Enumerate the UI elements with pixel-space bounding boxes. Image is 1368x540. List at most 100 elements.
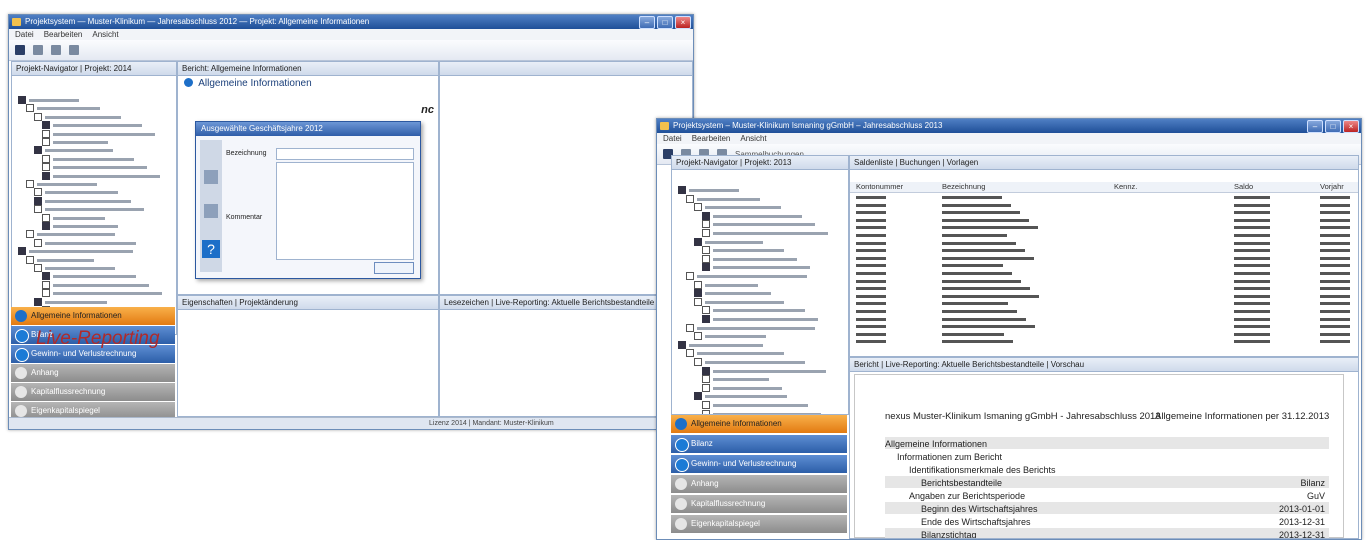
left-window-titlebar: Projektsystem — Muster-Klinikum — Jahres… (9, 15, 693, 29)
table-row[interactable] (850, 293, 1358, 300)
saldenliste-header: Kontonummer Bezeichnung Kennz. Saldo Vor… (850, 182, 1358, 193)
col-vorjahr[interactable]: Vorjahr (1320, 182, 1344, 192)
right-navigator-tab[interactable]: Projekt-Navigator | Projekt: 2013 (672, 156, 848, 170)
left-live-report-tab[interactable]: Lesezeichen | Live-Reporting: Aktuelle B… (440, 296, 692, 310)
left-properties-tab[interactable]: Eigenschaften | Projektänderung (178, 296, 438, 310)
close-button[interactable]: × (1343, 120, 1359, 133)
redo-icon[interactable] (51, 45, 61, 55)
table-row[interactable] (850, 308, 1358, 315)
table-row[interactable] (850, 278, 1358, 285)
col-bezeichnung[interactable]: Bezeichnung (942, 182, 985, 192)
cell-placeholder (1320, 294, 1350, 298)
undo-icon[interactable] (33, 45, 43, 55)
dialog-field1-input[interactable] (276, 148, 414, 160)
menu-ansicht[interactable]: Ansicht (92, 29, 118, 40)
table-row[interactable] (850, 323, 1358, 330)
cell-placeholder (1320, 218, 1350, 222)
cell-placeholder (1320, 241, 1350, 245)
maximize-button[interactable]: □ (657, 16, 673, 29)
cell-placeholder (1234, 332, 1270, 336)
tree-row-text-placeholder (713, 232, 828, 235)
folder-icon (34, 146, 42, 155)
maximize-button[interactable]: □ (1325, 120, 1341, 133)
table-row[interactable] (850, 240, 1358, 247)
tree-row-text-placeholder (713, 223, 815, 227)
nav-item-4[interactable]: Kapitalflussrechnung (671, 495, 847, 513)
right-saldenliste-panel: Saldenliste | Buchungen | Vorlagen Konto… (849, 155, 1359, 357)
nav-item-icon (675, 478, 687, 490)
col-kennz[interactable]: Kennz. (1114, 182, 1137, 192)
table-row[interactable] (850, 285, 1358, 292)
document-icon (34, 112, 42, 121)
cell-placeholder (856, 211, 886, 215)
table-row[interactable] (850, 316, 1358, 323)
table-row[interactable] (850, 209, 1358, 216)
nav-item-3[interactable]: Anhang (671, 475, 847, 493)
cell-placeholder (942, 302, 1008, 306)
table-row[interactable] (850, 262, 1358, 269)
document-icon (702, 220, 710, 229)
table-row[interactable] (850, 338, 1358, 345)
nav-item-icon (675, 518, 687, 530)
table-row[interactable] (850, 270, 1358, 277)
left-navigator-panel: Projekt-Navigator | Projekt: 2014 (11, 61, 177, 335)
menu-datei[interactable]: Datei (663, 133, 682, 144)
tools-icon[interactable] (69, 45, 79, 55)
document-icon (42, 138, 50, 146)
nav-item-label: Gewinn- und Verlustrechnung (691, 459, 797, 468)
cell-placeholder (856, 302, 886, 306)
right-saldenliste-tab[interactable]: Saldenliste | Buchungen | Vorlagen (850, 156, 1358, 170)
minimize-button[interactable]: – (639, 16, 655, 29)
nav-item-5[interactable]: Eigenkapitalspiegel (671, 515, 847, 533)
document-icon (42, 154, 50, 163)
folder-icon (42, 171, 50, 180)
table-row[interactable] (850, 217, 1358, 224)
menu-ansicht[interactable]: Ansicht (740, 133, 766, 144)
cell-placeholder (856, 294, 886, 298)
nav-item-3[interactable]: Anhang (11, 364, 175, 382)
left-menubar: Datei Bearbeiten Ansicht (9, 29, 693, 40)
report-line: Identifikationsmerkmale des Berichts (909, 465, 1056, 475)
dialog-field2-input[interactable] (276, 162, 414, 260)
left-report-tab[interactable]: Bericht: Allgemeine Informationen (178, 62, 438, 76)
nav-item-1[interactable]: Bilanz (671, 435, 847, 453)
close-button[interactable]: × (675, 16, 691, 29)
minimize-button[interactable]: – (1307, 120, 1323, 133)
cell-placeholder (942, 218, 1029, 222)
nav-item-0[interactable]: Allgemeine Informationen (11, 307, 175, 325)
document-icon (34, 205, 42, 214)
col-saldo[interactable]: Saldo (1234, 182, 1253, 192)
help-icon[interactable]: ? (202, 240, 220, 258)
cell-placeholder (1234, 256, 1270, 260)
cell-placeholder (942, 325, 1035, 329)
nav-item-0[interactable]: Allgemeine Informationen (671, 415, 847, 433)
table-row[interactable] (850, 224, 1358, 231)
menu-bearbeiten[interactable]: Bearbeiten (44, 29, 83, 40)
cell-placeholder (1234, 279, 1270, 283)
dialog-title: Ausgewählte Geschäftsjahre 2012 (196, 122, 420, 136)
left-window-title: Projektsystem — Muster-Klinikum — Jahres… (25, 17, 370, 26)
nav-item-2[interactable]: Gewinn- und Verlustrechnung (671, 455, 847, 473)
left-app-window: Projektsystem — Muster-Klinikum — Jahres… (8, 14, 694, 430)
menu-bearbeiten[interactable]: Bearbeiten (692, 133, 731, 144)
left-saldenliste-tab[interactable] (440, 62, 692, 76)
document-icon (702, 229, 710, 237)
right-report-tab[interactable]: Bericht | Live-Reporting: Aktuelle Beric… (850, 358, 1358, 372)
save-icon[interactable] (15, 45, 25, 55)
dialog-ok-button[interactable] (374, 262, 414, 274)
nav-item-label: Kapitalflussrechnung (691, 499, 766, 508)
table-row[interactable] (850, 232, 1358, 239)
table-row[interactable] (850, 255, 1358, 262)
report-line: Allgemeine Informationen (885, 439, 988, 449)
table-row[interactable] (850, 194, 1358, 201)
table-row[interactable] (850, 247, 1358, 254)
menu-datei[interactable]: Datei (15, 29, 34, 40)
table-row[interactable] (850, 202, 1358, 209)
cell-placeholder (856, 340, 886, 344)
left-navigator-tab[interactable]: Projekt-Navigator | Projekt: 2014 (12, 62, 176, 76)
col-kontonummer[interactable]: Kontonummer (856, 182, 903, 192)
table-row[interactable] (850, 331, 1358, 338)
table-row[interactable] (850, 300, 1358, 307)
nav-item-4[interactable]: Kapitalflussrechnung (11, 383, 175, 401)
nav-item-icon (675, 458, 689, 472)
